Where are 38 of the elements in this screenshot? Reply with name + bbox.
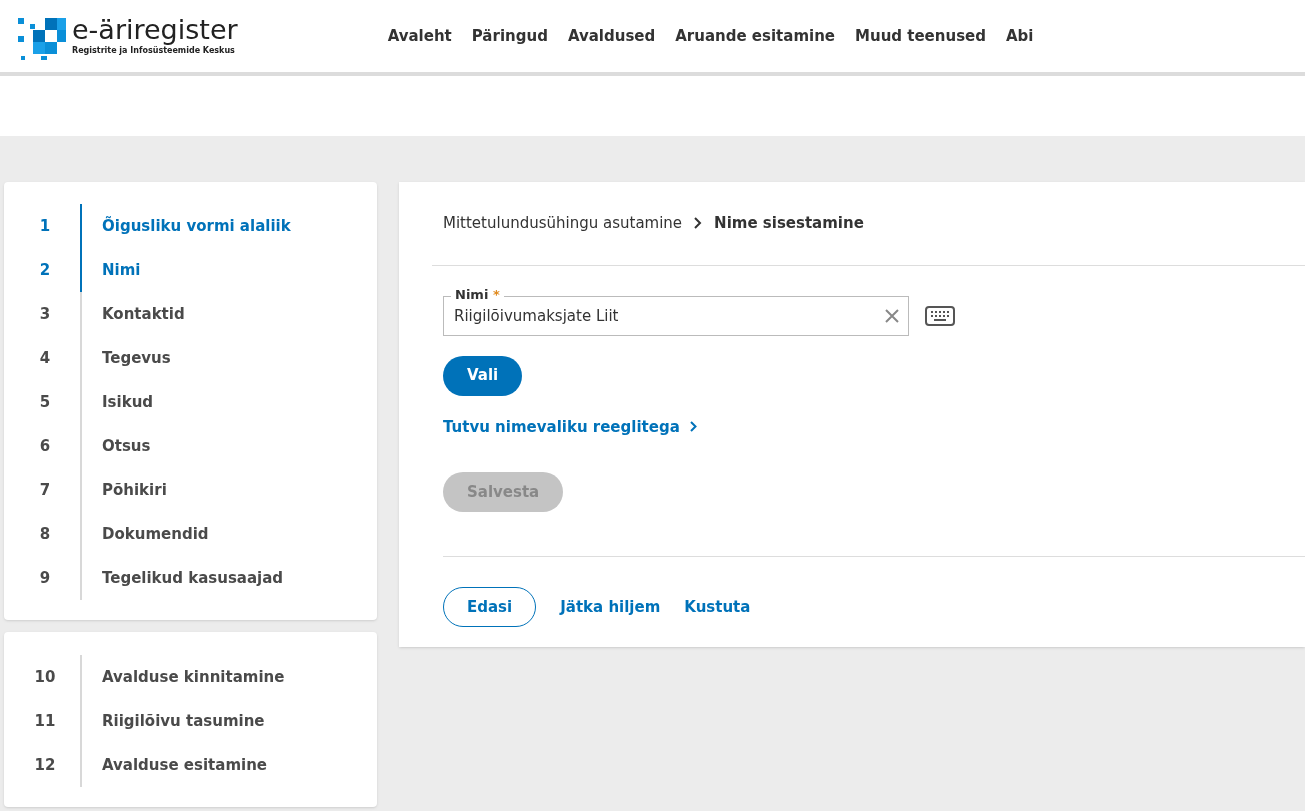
step-number: 10 [33, 666, 57, 688]
select-button[interactable]: Vali [443, 355, 523, 396]
nav-link[interactable]: Abi [1006, 24, 1034, 48]
step-link[interactable]: Nimi [82, 258, 141, 282]
step-number: 1 [38, 215, 52, 237]
step-number: 8 [38, 523, 52, 545]
step-number: 4 [38, 347, 52, 369]
nav-link[interactable]: Aruande esitamine [675, 24, 836, 48]
nav-link[interactable]: Avaldused [567, 24, 656, 48]
breadcrumb-item: Nime sisestamine [714, 213, 864, 234]
logo-wordmark: e-äriregister [72, 15, 238, 45]
step-link[interactable]: Dokumendid [82, 522, 209, 546]
step-link[interactable]: Kontaktid [82, 302, 185, 326]
step-number: 5 [38, 391, 52, 413]
step-link[interactable]: Õigusliku vormi alaliik [82, 214, 291, 238]
step-link[interactable]: Isikud [82, 390, 154, 414]
nav-link[interactable]: Päringud [471, 24, 548, 48]
step-link[interactable]: Riigilõivu tasumine [82, 709, 265, 733]
step-number: 2 [38, 259, 52, 281]
step-number: 6 [38, 435, 52, 457]
step-link[interactable]: Põhikiri [82, 478, 167, 502]
step-link[interactable]: Avalduse kinnitamine [82, 665, 285, 689]
step-number: 12 [33, 754, 57, 776]
nav-link[interactable]: Avaleht [387, 24, 452, 48]
nav-link[interactable]: Muud teenused [855, 24, 986, 48]
step-link[interactable]: Otsus [82, 434, 151, 458]
step-number: 7 [38, 479, 52, 501]
step-number: 9 [38, 567, 52, 589]
step-link[interactable]: Tegevus [82, 346, 171, 370]
step-number: 11 [33, 710, 57, 732]
breadcrumb-item[interactable]: Mittetulundusühingu asutamine [443, 212, 683, 235]
rules-link[interactable]: Tutvu nimevaliku reeglitega [443, 415, 697, 438]
action-link[interactable]: Kustuta [684, 595, 751, 619]
logo-subtitle: Registrite ja Infosüsteemide Keskus [72, 46, 235, 57]
step-link[interactable]: Tegelikud kasusaajad [82, 566, 284, 590]
step-link[interactable]: Avalduse esitamine [82, 753, 267, 777]
action-link[interactable]: Jätka hiljem [560, 595, 661, 619]
step-number: 3 [38, 303, 52, 325]
